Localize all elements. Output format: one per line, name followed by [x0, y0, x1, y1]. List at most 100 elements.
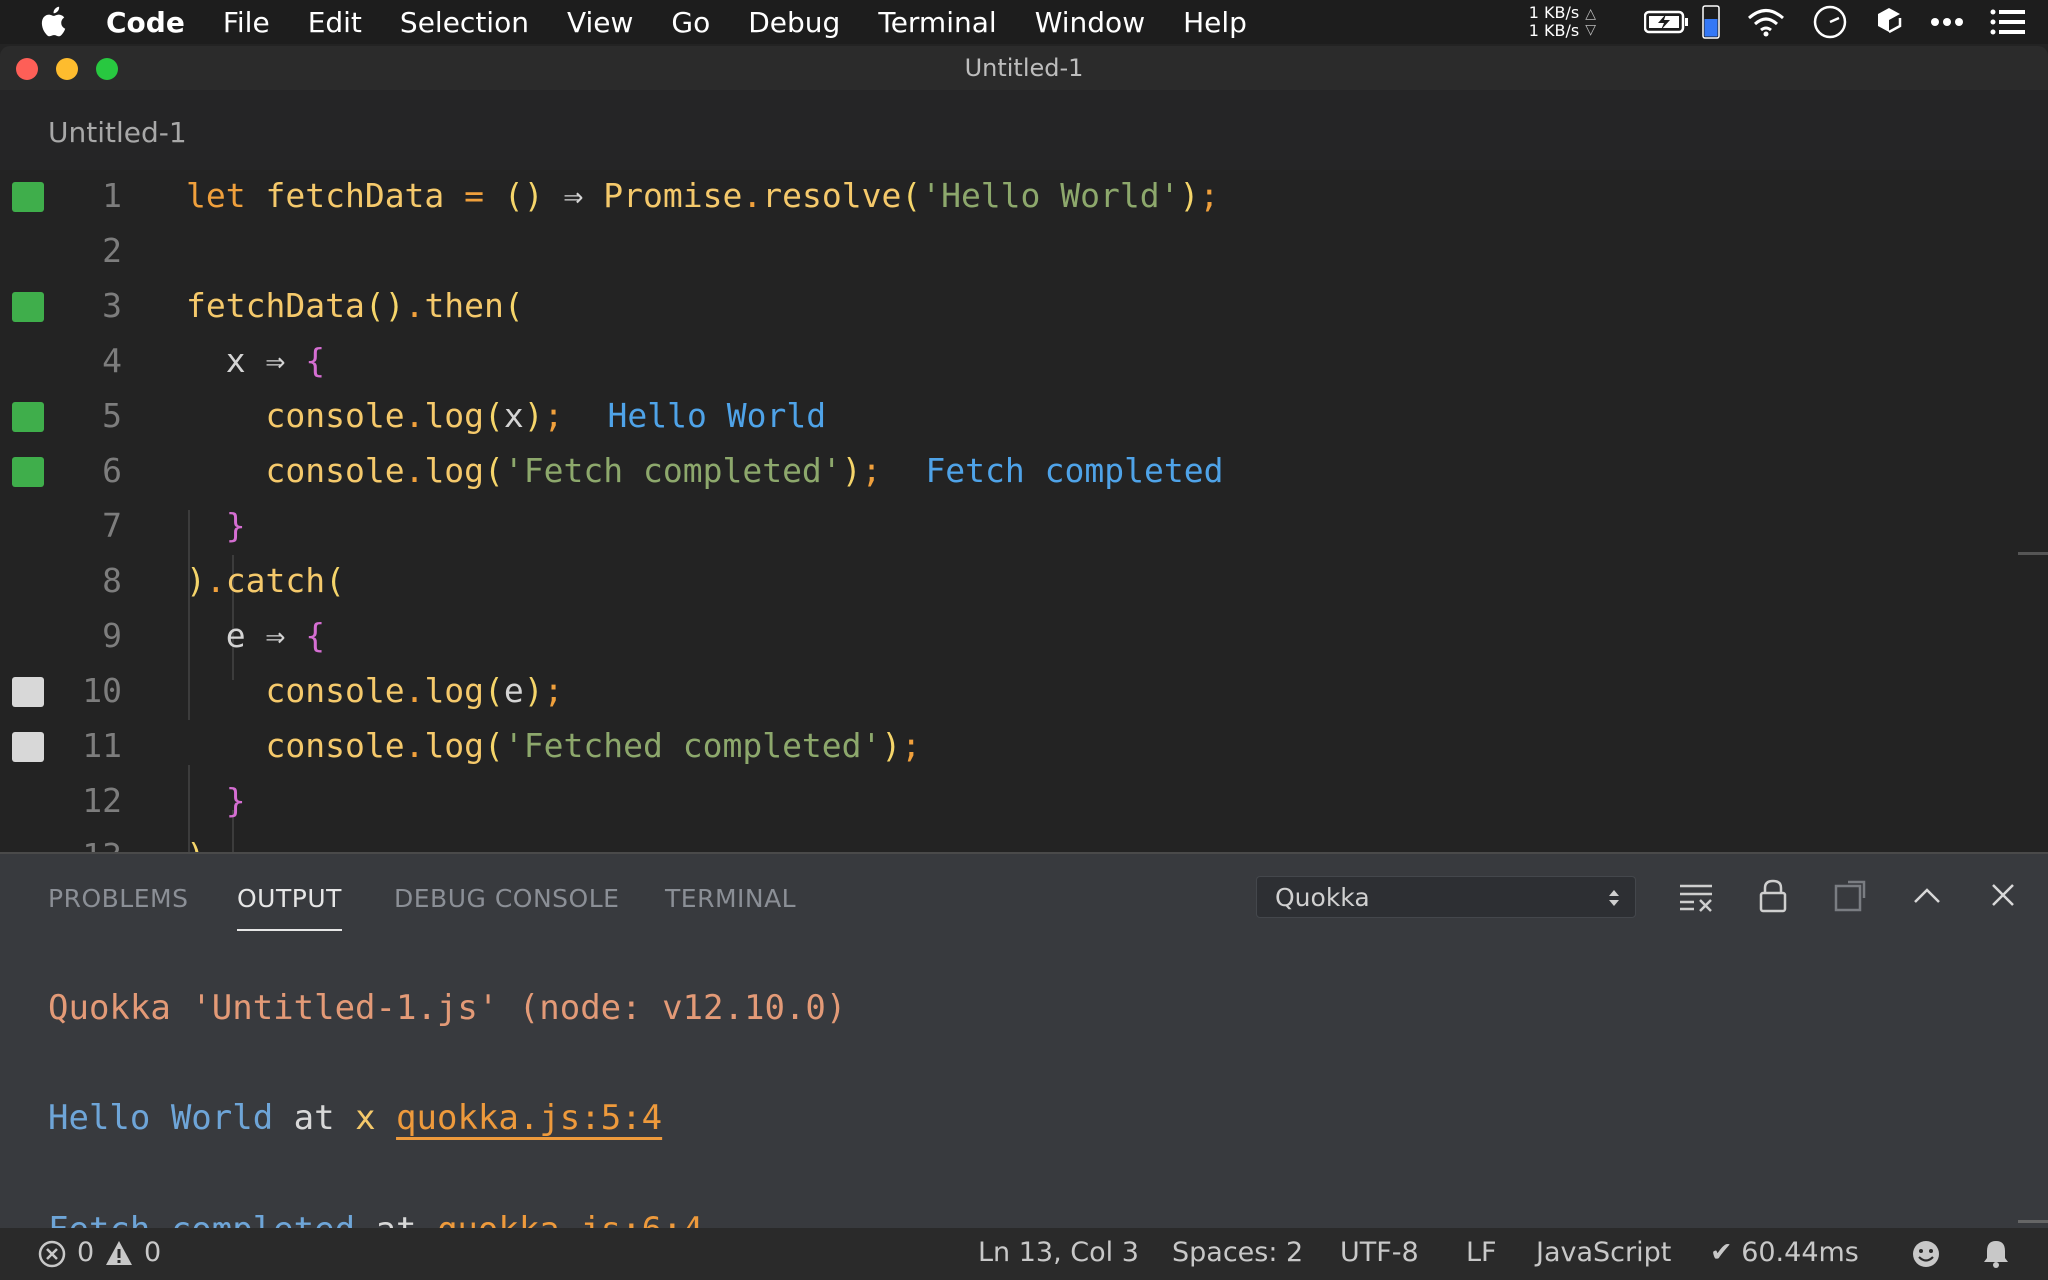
code-text: console.log(e); [265, 671, 564, 710]
warning-count[interactable]: 0 [144, 1237, 161, 1268]
output-channel-select[interactable]: Quokka [1256, 876, 1636, 918]
lock-scroll-icon[interactable] [1758, 878, 1788, 914]
close-panel-icon[interactable] [1990, 882, 2016, 908]
feedback-smiley-icon[interactable] [1911, 1239, 1941, 1269]
title-bar: Untitled-1 [0, 46, 2048, 90]
maximize-panel-icon[interactable] [1912, 886, 1942, 904]
menu-terminal[interactable]: Terminal [878, 6, 996, 39]
clear-output-icon[interactable] [1678, 882, 1716, 912]
line-number: 7 [102, 506, 122, 545]
code-line: 8 ).catch( [0, 555, 2000, 610]
window-minimize-button[interactable] [56, 58, 78, 80]
line-number: 8 [102, 561, 122, 600]
code-text: console.log(x); Hello World [265, 396, 827, 435]
indentation[interactable]: Spaces: 2 [1172, 1237, 1303, 1268]
network-speed-widget[interactable]: 1 KB/s 1 KB/s △ ▽ [1529, 4, 1596, 40]
code-line: 10 console.log(e); [0, 665, 2000, 720]
code-line: 7 } [0, 500, 2000, 555]
menu-edit[interactable]: Edit [308, 6, 362, 39]
coverage-marker-covered [12, 182, 44, 212]
code-text: ).catch( [186, 561, 345, 600]
editor-scrollbar[interactable] [2018, 552, 2048, 555]
inline-result: Fetch completed [925, 451, 1224, 490]
editor-tab-untitled-1[interactable]: Untitled-1 [48, 116, 187, 149]
menu-bar-status-area: 1 KB/s 1 KB/s △ ▽ [1529, 0, 2026, 44]
line-number: 2 [102, 231, 122, 270]
clock-icon[interactable] [1812, 4, 1848, 40]
menu-help[interactable]: Help [1183, 6, 1247, 39]
battery-icon[interactable] [1644, 9, 1690, 35]
notifications-bell-icon[interactable] [1982, 1238, 2010, 1268]
output-value: Hello World [48, 1098, 274, 1138]
menu-selection[interactable]: Selection [400, 6, 529, 39]
tab-debug-console[interactable]: DEBUG CONSOLE [394, 884, 619, 913]
output-function-name: x [355, 1098, 376, 1138]
menu-view[interactable]: View [567, 6, 633, 39]
language-mode[interactable]: JavaScript [1536, 1237, 1671, 1268]
tab-output[interactable]: OUTPUT [237, 884, 342, 931]
up-down-arrows-icon: △ ▽ [1585, 6, 1596, 38]
tab-problems[interactable]: PROBLEMS [48, 884, 188, 913]
code-line: 4 x ⇒ { [0, 335, 2000, 390]
tab-terminal[interactable]: TERMINAL [665, 884, 796, 913]
coverage-marker-uncovered [12, 677, 44, 707]
code-text: fetchData().then( [186, 286, 524, 325]
line-number: 1 [102, 176, 122, 215]
encoding[interactable]: UTF-8 [1340, 1237, 1419, 1268]
window-maximize-button[interactable] [96, 58, 118, 80]
coverage-marker-covered [12, 292, 44, 322]
output-at: at [273, 1098, 356, 1138]
line-number: 12 [82, 781, 122, 820]
menu-bar: Code File Edit Selection View Go Debug T… [0, 0, 2048, 44]
open-in-editor-icon[interactable] [1834, 878, 1868, 912]
wifi-icon[interactable] [1746, 7, 1786, 37]
menu-debug[interactable]: Debug [748, 6, 840, 39]
menu-window[interactable]: Window [1035, 6, 1145, 39]
line-number: 10 [82, 671, 122, 710]
quokka-timing[interactable]: ✔ 60.44ms [1710, 1237, 1859, 1268]
window-close-button[interactable] [16, 58, 38, 80]
code-line: 6 console.log('Fetch completed'); Fetch c… [0, 445, 2000, 500]
output-line: Hello World at x quokka.js:5:4 [48, 1098, 662, 1138]
error-count[interactable]: 0 [77, 1237, 94, 1268]
code-line: 1 let fetchData = () ⇒ Promise.resolve('… [0, 170, 2000, 225]
code-text: console.log('Fetched completed'); [265, 726, 922, 765]
more-icon[interactable] [1930, 17, 1964, 27]
code-text: } [225, 781, 246, 820]
panel-scrollbar[interactable] [2018, 1220, 2048, 1223]
code-text: console.log('Fetch completed'); Fetch com… [265, 451, 1224, 490]
code-line: 5 console.log(x); Hello World [0, 390, 2000, 445]
menu-code[interactable]: Code [106, 6, 185, 39]
line-ending[interactable]: LF [1466, 1237, 1497, 1268]
line-number: 9 [102, 616, 122, 655]
error-icon[interactable] [38, 1240, 66, 1268]
menu-file[interactable]: File [223, 6, 270, 39]
code-line: 9 e ⇒ { [0, 610, 2000, 665]
apple-icon[interactable] [38, 5, 72, 39]
dropbox-icon[interactable] [1874, 6, 1904, 38]
code-editor[interactable]: 1 let fetchData = () ⇒ Promise.resolve('… [0, 170, 2048, 852]
output-channel-value: Quokka [1275, 883, 1370, 912]
net-upload-speed: 1 KB/s [1528, 3, 1580, 22]
notification-center-icon[interactable] [1990, 9, 2026, 35]
line-number: 3 [102, 286, 122, 325]
memory-gauge-icon[interactable] [1702, 5, 1720, 39]
code-text: ) [186, 836, 206, 852]
code-line: 2 [0, 225, 2000, 280]
coverage-marker-covered [12, 457, 44, 487]
line-number: 4 [102, 341, 122, 380]
line-number: 11 [82, 726, 122, 765]
cursor-position[interactable]: Ln 13, Col 3 [978, 1237, 1139, 1268]
warning-icon[interactable] [104, 1239, 134, 1267]
inline-result: Hello World [607, 396, 827, 435]
select-arrows-icon [1609, 890, 1619, 906]
line-number: 6 [102, 451, 122, 490]
code-line: 3 fetchData().then( [0, 280, 2000, 335]
window-title: Untitled-1 [964, 54, 1084, 82]
code-text: } [225, 506, 246, 545]
bottom-panel: PROBLEMS OUTPUT DEBUG CONSOLE TERMINAL Q… [0, 852, 2048, 1280]
output-source-link[interactable]: quokka.js:5:4 [396, 1098, 662, 1138]
code-text: e ⇒ { [225, 616, 326, 655]
menu-go[interactable]: Go [671, 6, 710, 39]
panel-tabs: PROBLEMS OUTPUT DEBUG CONSOLE TERMINAL Q… [0, 854, 2048, 934]
